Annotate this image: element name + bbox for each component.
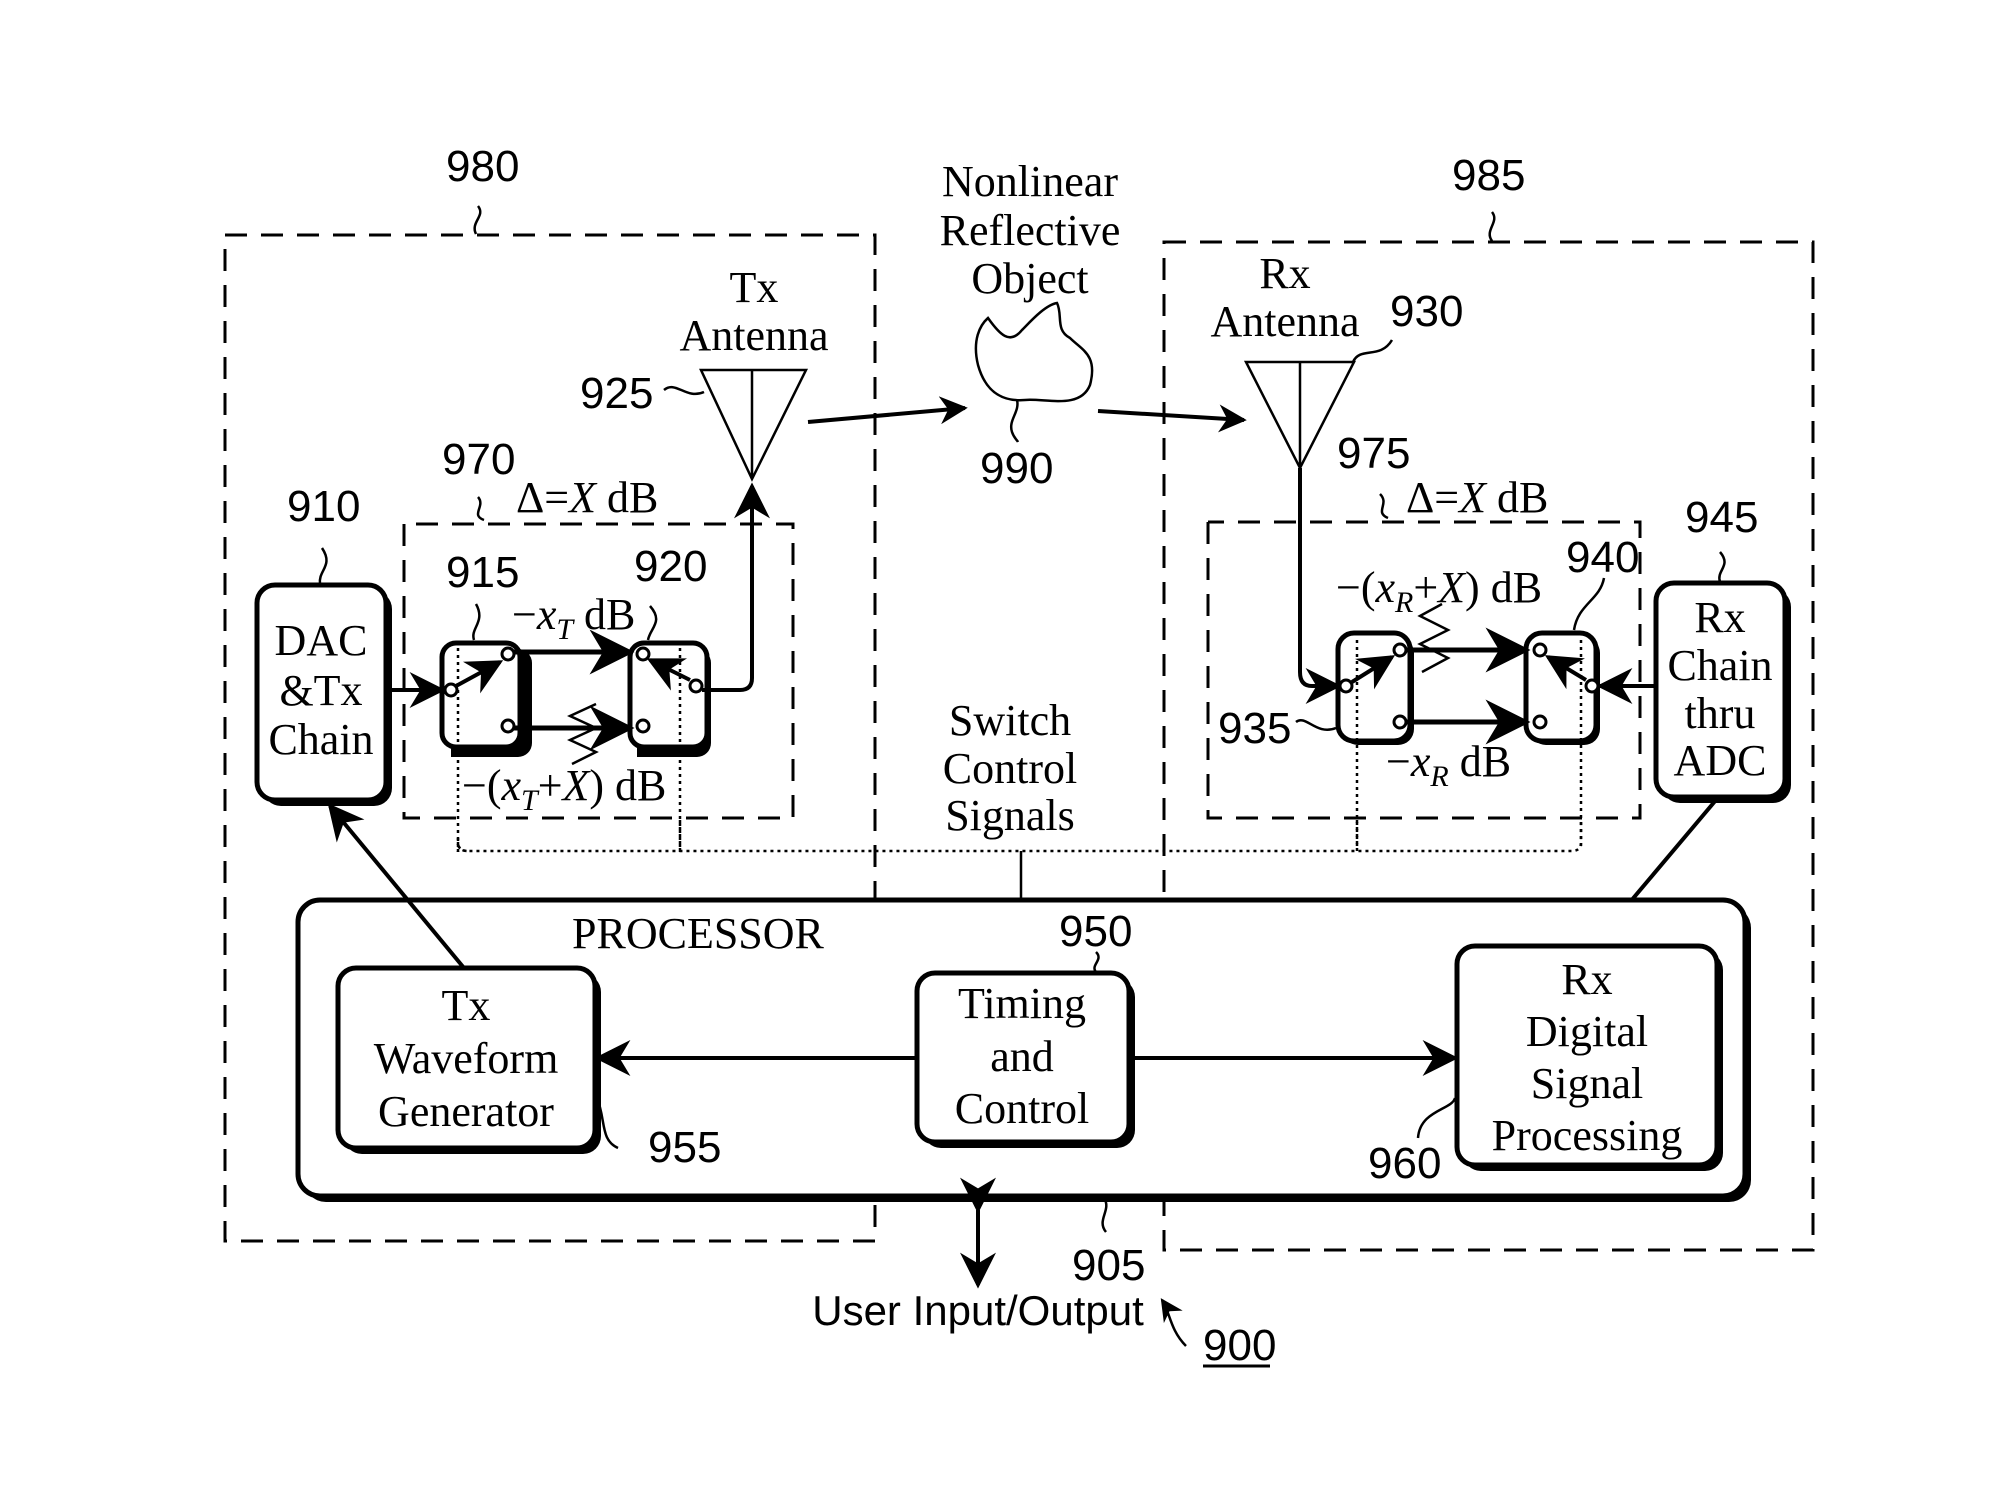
switch-control-label-line-2: Control <box>943 744 1077 793</box>
dac-label-line-3: Chain <box>268 715 373 764</box>
ref-910: 910 <box>287 482 360 531</box>
nonlinear-reflective-object: Nonlinear Reflective Object 990 <box>940 157 1121 493</box>
dac-label-line-1: DAC <box>275 616 368 665</box>
tx-antenna-icon <box>699 368 809 482</box>
ref-905: 905 <box>1072 1241 1145 1290</box>
tx-waveform-label-line-2: Waveform <box>374 1034 559 1083</box>
rx-lower-path-label: −xR dB <box>1386 737 1511 793</box>
tx-resistor-icon <box>567 702 599 766</box>
processor-label: PROCESSOR <box>572 909 825 958</box>
ref-970: 970 <box>442 435 515 484</box>
tx-lower-path-label: −(xT+X) dB <box>462 761 666 817</box>
object-to-rx-arrow <box>1097 404 1247 433</box>
rx-delta-label: Δ=X dB <box>1406 473 1548 522</box>
rx-chain-label-line-1: Rx <box>1694 593 1745 642</box>
ref-935: 935 <box>1218 704 1291 753</box>
target-label-line-2: Reflective <box>940 206 1121 255</box>
rx-antenna-label-line-2: Antenna <box>1210 297 1359 346</box>
rx-dsp-label-line-3: Signal <box>1531 1059 1643 1108</box>
processor-block: PROCESSOR 905 Tx Waveform Generator 955 … <box>295 897 1751 1290</box>
ref-985: 985 <box>1452 151 1525 200</box>
tx-antenna: Tx Antenna 925 <box>580 263 829 482</box>
ref-990: 990 <box>980 444 1053 493</box>
rx-upper-path-label: −(xR+X) dB <box>1336 563 1542 619</box>
rx-dsp-label-line-1: Rx <box>1561 955 1612 1004</box>
rx-resistor-icon <box>1417 602 1451 674</box>
tx-waveform-label-line-3: Generator <box>378 1087 554 1136</box>
rx-chain-adc-block: Rx Chain thru ADC 945 <box>1653 493 1791 803</box>
dac-tx-chain-block: DAC &Tx Chain 910 <box>254 482 392 806</box>
target-label-line-3: Object <box>971 254 1088 303</box>
ref-915: 915 <box>446 548 519 597</box>
ref-940: 940 <box>1566 533 1639 582</box>
timing-label-line-2: and <box>990 1032 1054 1081</box>
ref-975: 975 <box>1337 429 1410 478</box>
system-block-diagram: 980 985 Nonlinear Reflective Object 990 … <box>223 142 1815 1370</box>
rx-chain-label-line-2: Chain <box>1667 641 1772 690</box>
rx-dsp-label-line-2: Digital <box>1526 1007 1648 1056</box>
reflective-object-blob-icon <box>974 301 1094 403</box>
ref-960: 960 <box>1368 1139 1441 1188</box>
switch-control-label-line-3: Signals <box>945 791 1075 840</box>
rx-attenuator-block: 975 Δ=X dB 935 940 −(xR+X) dB −xR dB <box>1206 429 1642 850</box>
tx-attenuator-block: 970 Δ=X dB 915 920 −xT dB −(xT+X) dB <box>402 435 795 852</box>
ref-920: 920 <box>634 542 707 591</box>
ref-945: 945 <box>1685 493 1758 542</box>
ref-930: 930 <box>1390 287 1463 336</box>
target-label-line-1: Nonlinear <box>942 157 1118 206</box>
ref-950: 950 <box>1059 907 1132 956</box>
tx-antenna-label-line-2: Antenna <box>679 311 828 360</box>
ref-955: 955 <box>648 1123 721 1172</box>
rx-chain-label-line-3: thru <box>1685 689 1756 738</box>
tx-antenna-label-line-1: Tx <box>730 263 779 312</box>
timing-label-line-3: Control <box>955 1084 1089 1133</box>
switch-control-label-line-1: Switch <box>949 696 1071 745</box>
tx-delta-label: Δ=X dB <box>516 473 658 522</box>
ref-900: 900 <box>1203 1321 1276 1370</box>
tx-upper-path-label: −xT dB <box>512 590 635 646</box>
figure-number: 900 <box>1160 1298 1276 1370</box>
rx-dsp-label-line-4: Processing <box>1492 1111 1683 1160</box>
timing-label-line-1: Timing <box>958 979 1086 1028</box>
ref-980: 980 <box>446 142 519 191</box>
ref-925: 925 <box>580 369 653 418</box>
dac-label-line-2: &Tx <box>279 666 362 715</box>
user-io-label: User Input/Output <box>812 1287 1144 1334</box>
rx-antenna-label-line-1: Rx <box>1259 249 1310 298</box>
rx-chain-label-line-4: ADC <box>1674 736 1767 785</box>
tx-to-object-arrow <box>807 396 968 425</box>
tx-waveform-label-line-1: Tx <box>442 981 491 1030</box>
